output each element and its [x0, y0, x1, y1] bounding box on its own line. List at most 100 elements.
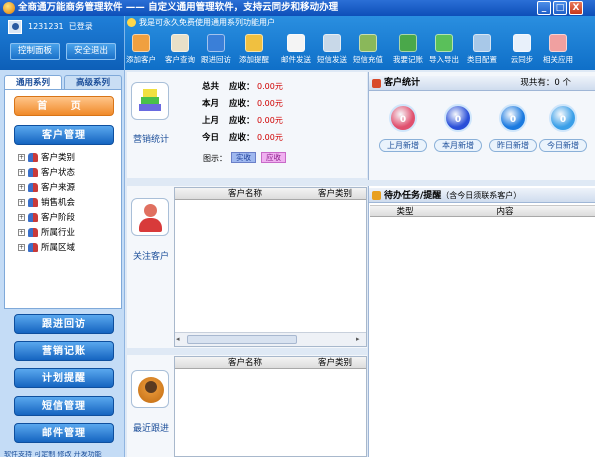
attention-customer-label: 关注客户: [132, 252, 169, 262]
tab-general-series[interactable]: 通用系列: [4, 75, 62, 89]
attention-hscrollbar[interactable]: ◂ ▸: [175, 332, 366, 346]
toolbar-button-4[interactable]: 添加提醒: [238, 34, 270, 68]
attention-customer-icon: [131, 198, 169, 236]
apps-icon: [549, 34, 567, 52]
toolbar-label: 添加提醒: [239, 55, 269, 64]
toolbar-button-8[interactable]: 我要记账: [392, 34, 424, 68]
expand-icon[interactable]: +: [18, 184, 25, 191]
sms-recharge-icon: [359, 34, 377, 52]
tree-item[interactable]: + 客户状态: [18, 166, 75, 180]
stat-label[interactable]: 本月新增: [434, 139, 482, 152]
stat-label[interactable]: 昨日新增: [489, 139, 537, 152]
todo-header-icon: [372, 191, 381, 200]
user-info: 1231231 已登录: [28, 21, 93, 32]
tree-item[interactable]: + 所属行业: [18, 226, 75, 240]
col-content[interactable]: 内容: [480, 206, 530, 218]
toolbar-label: 添加客户: [126, 55, 156, 64]
dashboard-button[interactable]: 控制面板: [10, 43, 60, 60]
tree-item[interactable]: + 客户类别: [18, 151, 75, 165]
expand-icon[interactable]: +: [18, 214, 25, 221]
toolbar-label: 邮件发送: [281, 55, 311, 64]
toolbar-button-7[interactable]: 短信充值: [352, 34, 384, 68]
toolbar-button-1[interactable]: 添加客户: [125, 34, 157, 68]
tree-item[interactable]: + 客户来源: [18, 181, 75, 195]
todo-subtitle: （含今日须联系客户）: [441, 191, 522, 200]
tree-item[interactable]: + 所属区域: [18, 241, 75, 255]
customer-management-button[interactable]: 客户管理: [14, 125, 114, 145]
stat-label[interactable]: 今日新增: [539, 139, 587, 152]
nav-button-4[interactable]: 短信管理: [14, 396, 114, 416]
phone-icon: [323, 34, 341, 52]
receivable-value: 0.00元: [257, 82, 283, 91]
col-customer-type[interactable]: 客户类别: [305, 357, 365, 369]
stats-header-icon: [372, 79, 381, 88]
col-customer-name[interactable]: 客户名称: [215, 357, 275, 369]
toolbar-label: 相关应用: [543, 55, 573, 64]
footer-note: 软件支持 可定制 修改 开发功能: [4, 451, 102, 457]
recent-grid-header: 客户名称 客户类别: [175, 357, 366, 369]
period-label: 今日: [202, 133, 220, 143]
todo-title: 待办任务/提醒: [384, 191, 442, 201]
tree-item[interactable]: + 销售机会: [18, 196, 75, 210]
expand-icon[interactable]: +: [18, 199, 25, 206]
app-logo-icon: [3, 2, 15, 14]
category-config-icon: [473, 34, 491, 52]
stat-bubble[interactable]: 0: [549, 104, 577, 132]
period-label: 本月: [202, 99, 220, 109]
col-type[interactable]: 类型: [385, 206, 425, 218]
receivable-value: 0.00元: [257, 99, 283, 108]
nav-button-1[interactable]: 跟进回访: [14, 314, 114, 334]
minimize-button[interactable]: _: [537, 1, 551, 15]
customer-stats-header: 客户统计 现共有：0 个: [369, 76, 595, 91]
tree-item-label: 客户类别: [41, 153, 76, 163]
toolbar-button-2[interactable]: 客户查询: [164, 34, 196, 68]
tab-advanced-series[interactable]: 高级系列: [64, 75, 122, 89]
toolbar-button-5[interactable]: 邮件发送: [280, 34, 312, 68]
receivable-value: 0.00元: [257, 116, 283, 125]
maximize-button[interactable]: □: [553, 1, 567, 15]
people-icon: [28, 168, 38, 177]
nav-button-2[interactable]: 营销记账: [14, 341, 114, 361]
toolbar-button-3[interactable]: 跟进回访: [200, 34, 232, 68]
followup-icon: [207, 34, 225, 52]
home-button[interactable]: 首 页: [14, 96, 114, 116]
toolbar-label: 客户查询: [165, 55, 195, 64]
stat-label[interactable]: 上月新增: [379, 139, 427, 152]
alarm-clock-icon: [245, 34, 263, 52]
toolbar-button-6[interactable]: 短信发送: [316, 34, 348, 68]
people-icon: [28, 213, 38, 222]
user-avatar-icon: [8, 20, 22, 34]
import-export-icon: [435, 34, 453, 52]
close-button[interactable]: X: [569, 1, 583, 15]
mail-icon: [287, 34, 305, 52]
attention-grid: 客户名称 客户类别 ◂ ▸: [174, 187, 367, 347]
toolbar-label: 跟进回访: [201, 55, 231, 64]
stat-bubble[interactable]: 0: [389, 104, 417, 132]
col-customer-type[interactable]: 客户类别: [305, 188, 365, 200]
notice-bar: 我是可永久免费使用通用系列功能用户: [127, 17, 275, 28]
expand-icon[interactable]: +: [18, 244, 25, 251]
toolbar-button-12[interactable]: 相关应用: [542, 34, 574, 68]
toolbar-button-10[interactable]: 类目配置: [466, 34, 498, 68]
stat-bubble[interactable]: 0: [444, 104, 472, 132]
nav-button-3[interactable]: 计划提醒: [14, 368, 114, 388]
add-customer-icon: [132, 34, 150, 52]
col-customer-name[interactable]: 客户名称: [215, 188, 275, 200]
info-icon: [127, 18, 136, 27]
tree-item-label: 所属区域: [41, 243, 76, 253]
expand-icon[interactable]: +: [18, 169, 25, 176]
nav-button-5[interactable]: 邮件管理: [14, 423, 114, 443]
legend-label: 图示：: [203, 154, 227, 163]
expand-icon[interactable]: +: [18, 229, 25, 236]
recent-grid: 客户名称 客户类别: [174, 356, 367, 457]
logout-button[interactable]: 安全退出: [66, 43, 116, 60]
expand-icon[interactable]: +: [18, 154, 25, 161]
toolbar-button-9[interactable]: 导入导出: [428, 34, 460, 68]
window-title: 全商通万能商务管理软件 —— 自定义通用管理软件，支持云同步和移动办理: [18, 2, 339, 13]
todo-panel: [368, 186, 595, 457]
toolbar-button-11[interactable]: 云同步: [506, 34, 538, 68]
recent-followup-label: 最近跟进: [132, 424, 169, 434]
tree-item[interactable]: + 客户阶段: [18, 211, 75, 225]
stat-bubble[interactable]: 0: [499, 104, 527, 132]
period-label: 总共: [202, 82, 220, 92]
